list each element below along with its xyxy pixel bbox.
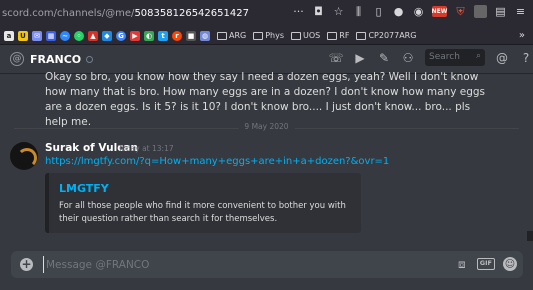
message-timestamp: Today at 13:17 bbox=[118, 144, 174, 153]
account-icon[interactable]: ● bbox=[392, 5, 405, 18]
bookmark-favicon-icon[interactable]: ◆ bbox=[102, 30, 112, 41]
bookmark-folder-label: Phys bbox=[265, 31, 285, 40]
message-input[interactable] bbox=[43, 256, 423, 273]
search-icon: ⌕ bbox=[475, 51, 481, 61]
date-divider-label: 9 May 2020 bbox=[238, 122, 295, 131]
voice-call-icon[interactable]: ☏ bbox=[329, 51, 344, 65]
bookmark-folder[interactable]: UOS bbox=[291, 31, 320, 40]
browser-toolbar: scord.com/channels/@me/50835812654265142… bbox=[0, 0, 533, 27]
url-field[interactable]: scord.com/channels/@me/50835812654265142… bbox=[0, 8, 249, 19]
pin-icon[interactable]: ✎ bbox=[377, 51, 391, 65]
bookmark-favicon-icon[interactable]: ▦ bbox=[46, 30, 56, 41]
link-embed: LMGTFY For all those people who find it … bbox=[45, 173, 361, 233]
bookmark-star-icon[interactable]: ☆ bbox=[332, 5, 345, 18]
message-composer: + ⧈ GIF ☺ bbox=[11, 251, 523, 278]
twitter-icon[interactable]: t bbox=[158, 30, 168, 41]
avatar[interactable] bbox=[10, 142, 38, 170]
bookmark-favicon-icon[interactable]: ■ bbox=[186, 30, 196, 41]
dm-recipient-name: FRANCO bbox=[30, 52, 82, 66]
message-link[interactable]: https://lmgtfy.com/?q=How+many+eggs+are+… bbox=[45, 156, 389, 167]
extension-circle-icon[interactable]: ◉ bbox=[412, 5, 425, 18]
bookmark-favicon-icon[interactable]: ◍ bbox=[200, 30, 210, 41]
channel-header: @ FRANCO ☏ ▶ ✎ ⚇ Search ⌕ @ ? bbox=[0, 45, 533, 73]
folder-icon bbox=[327, 31, 338, 40]
bookmark-favicon-icon[interactable]: U bbox=[18, 30, 28, 41]
pocket-icon[interactable]: ◘ bbox=[312, 5, 325, 18]
header-toolbar: ☏ ▶ ✎ ⚇ Search ⌕ @ ? bbox=[329, 49, 533, 66]
embed-description: For all those people who find it more co… bbox=[59, 201, 346, 224]
menu-icon[interactable]: ≡ bbox=[514, 5, 527, 18]
browser-toolbar-icons: ··· ◘ ☆ ⫼ ▯ ● ◉ NEW ⛨ ▤ ≡ bbox=[292, 5, 527, 18]
whatsapp-icon[interactable]: ◦ bbox=[74, 30, 84, 41]
bookmarks-overflow-icon[interactable]: » bbox=[519, 30, 525, 41]
bookmark-folder[interactable]: CP2077ARG bbox=[356, 31, 416, 40]
bookmark-folder-label: RF bbox=[339, 31, 350, 40]
add-friend-icon[interactable]: ⚇ bbox=[401, 51, 415, 65]
folder-icon bbox=[356, 31, 367, 40]
upload-plus-icon[interactable]: + bbox=[20, 258, 33, 271]
bookmark-folder[interactable]: RF bbox=[327, 31, 349, 40]
search-input[interactable]: Search ⌕ bbox=[425, 49, 485, 66]
extension-new-badge-icon[interactable]: NEW bbox=[432, 6, 447, 17]
library-icon[interactable]: ⫼ bbox=[352, 5, 365, 18]
embed-title[interactable]: LMGTFY bbox=[59, 182, 109, 195]
emoji-icon[interactable]: ☺ bbox=[503, 257, 517, 271]
sidebar-icon[interactable]: ▯ bbox=[372, 5, 385, 18]
gif-button[interactable]: GIF bbox=[476, 258, 495, 270]
at-icon: @ bbox=[10, 52, 24, 66]
offline-status-icon bbox=[86, 55, 94, 63]
bookmark-folder[interactable]: ARG bbox=[217, 31, 246, 40]
help-icon[interactable]: ? bbox=[519, 51, 533, 65]
bookmark-favicon-icon[interactable]: ▲ bbox=[88, 30, 98, 41]
url-id: 508358126542651427 bbox=[134, 8, 249, 19]
shield-extension-icon[interactable]: ⛨ bbox=[454, 5, 467, 18]
mentions-icon[interactable]: @ bbox=[495, 51, 509, 65]
date-divider: 9 May 2020 bbox=[14, 122, 519, 131]
bookmarks-bar: a U ✉ ▦ ~ ◦ ▲ ◆ G ▶ ◐ t r ■ ◍ ARG Phys U… bbox=[0, 27, 533, 45]
folder-icon bbox=[217, 31, 227, 40]
url-prefix: scord.com/channels/@me/ bbox=[2, 8, 135, 19]
folder-icon bbox=[291, 31, 302, 40]
youtube-icon[interactable]: ▶ bbox=[130, 30, 140, 41]
message-content: Okay so bro, you know how they say I nee… bbox=[45, 71, 486, 128]
video-call-icon[interactable]: ▶ bbox=[353, 51, 367, 65]
messenger-icon[interactable]: ~ bbox=[60, 30, 70, 41]
bookmark-folder-label: UOS bbox=[303, 31, 321, 40]
bookmark-favicon-icon[interactable]: a bbox=[4, 30, 14, 41]
bookmark-favicon-icon[interactable]: ◐ bbox=[144, 30, 154, 41]
reader-icon[interactable]: ▤ bbox=[494, 5, 507, 18]
reddit-icon[interactable]: r bbox=[172, 30, 182, 41]
search-placeholder: Search bbox=[429, 52, 460, 62]
folder-icon bbox=[253, 31, 264, 40]
google-icon[interactable]: G bbox=[116, 30, 126, 41]
bookmark-folder-label: CP2077ARG bbox=[368, 31, 417, 40]
composer-buttons: ⧈ GIF ☺ bbox=[455, 257, 517, 271]
bookmark-folder-label: ARG bbox=[229, 31, 247, 40]
gift-icon[interactable]: ⧈ bbox=[455, 257, 469, 271]
extension-gray-icon[interactable] bbox=[474, 5, 487, 18]
scrollbar[interactable] bbox=[527, 231, 533, 241]
page-actions-icon[interactable]: ··· bbox=[292, 5, 305, 18]
bookmark-folder[interactable]: Phys bbox=[253, 31, 284, 40]
bookmark-favicon-icon[interactable]: ✉ bbox=[32, 30, 42, 41]
